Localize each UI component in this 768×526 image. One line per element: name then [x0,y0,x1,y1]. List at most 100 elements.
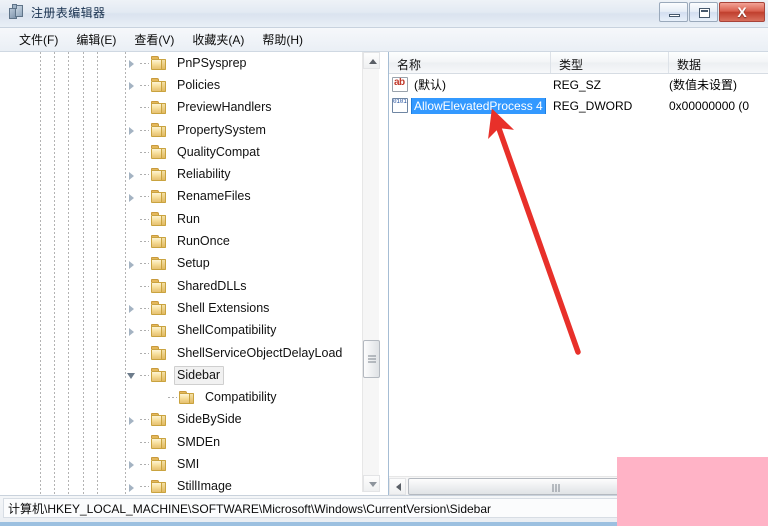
status-path-text: 计算机\HKEY_LOCAL_MACHINE\SOFTWARE\Microsof… [8,501,492,516]
folder-icon [151,346,168,360]
folder-icon [151,78,168,92]
minimize-button[interactable] [659,2,688,22]
tree-node-label: Setup [177,256,210,271]
tree-node[interactable]: SideBySide [0,409,362,431]
dword-value-icon [392,98,408,113]
status-path-container: 计算机\HKEY_LOCAL_MACHINE\SOFTWARE\Microsof… [3,498,693,518]
status-bar: 计算机\HKEY_LOCAL_MACHINE\SOFTWARE\Microsof… [0,495,768,526]
folder-icon [151,145,168,159]
folder-icon [151,123,168,137]
tree-node[interactable]: PreviewHandlers [0,97,362,119]
tree-expand-icon[interactable] [125,457,139,471]
value-row[interactable]: (默认) REG_SZ (数值未设置) [389,74,768,95]
tree-node[interactable]: QualityCompat [0,141,362,163]
tree-node[interactable]: Policies [0,74,362,96]
column-header-data[interactable]: 数据 [669,52,768,73]
tree-node[interactable]: SMDEn [0,431,362,453]
values-scroll-left-button[interactable] [389,477,406,495]
tree-connector-line [140,486,149,488]
tree-expand-icon[interactable] [125,168,139,182]
tree-connector-line [140,151,149,153]
tree-connector-line [140,174,149,176]
tree-connector-line [140,218,149,220]
maximize-button[interactable] [689,2,718,22]
column-header-name[interactable]: 名称 [389,52,551,73]
close-button[interactable]: X [719,2,765,22]
tree-vertical-scrollbar[interactable] [362,52,380,492]
tree-node[interactable]: RunOnce [0,230,362,252]
registry-tree[interactable]: PnPSysprep Policies PreviewHandlers Propert… [0,52,362,495]
tree-connector-line [140,241,149,243]
menu-view[interactable]: 查看(V) [125,29,183,50]
tree-expand-icon[interactable] [125,257,139,271]
tree-node-label: Sidebar [174,365,225,385]
tree-node[interactable]: Sidebar [0,364,362,386]
tree-expand-icon[interactable] [125,480,139,494]
tree-node-label: PnPSysprep [177,55,247,70]
menu-help[interactable]: 帮助(H) [253,29,312,50]
tree-node[interactable]: Shell Extensions [0,297,362,319]
tree-node-label: SharedDLLs [177,278,247,293]
tree-node[interactable]: Compatibility [0,386,362,408]
folder-icon [151,212,168,226]
tree-scroll-thumb[interactable] [363,340,380,378]
tree-expand-icon[interactable] [125,56,139,70]
tree-expand-icon[interactable] [125,123,139,137]
tree-expand-icon[interactable] [125,413,139,427]
tree-node[interactable]: ShellCompatibility [0,320,362,342]
folder-icon [151,234,168,249]
status-accent-line [0,522,768,526]
tree-node-label: Reliability [177,167,231,182]
values-list[interactable]: (默认) REG_SZ (数值未设置) AllowElevatedProcess 4 R… [389,74,768,474]
folder-icon [151,100,168,115]
menu-favorites[interactable]: 收藏夹(A) [183,29,253,50]
column-header-type[interactable]: 类型 [551,52,669,73]
tree-connector-line [140,463,149,465]
tree-collapse-icon[interactable] [125,368,139,382]
tree-node[interactable]: Reliability [0,163,362,185]
tree-node[interactable]: StillImage [0,476,362,495]
registry-tree-pane: PnPSysprep Policies PreviewHandlers Propert… [0,52,382,495]
tree-expand-icon[interactable] [125,78,139,92]
tree-connector-line [140,62,149,64]
tree-node-label: RunOnce [177,234,230,249]
tree-expand-icon[interactable] [125,190,139,204]
tree-node[interactable]: PnPSysprep [0,52,362,74]
values-horizontal-scrollbar[interactable] [389,476,768,495]
tree-connector-line [140,374,149,376]
value-data-cell: (数值未设置) [669,78,737,92]
values-scroll-thumb[interactable] [408,477,704,495]
tree-scroll-down-button[interactable] [363,475,380,492]
tree-scroll-up-button[interactable] [363,52,380,69]
tree-node[interactable]: SharedDLLs [0,275,362,297]
tree-connector-line [140,129,149,131]
value-row[interactable]: AllowElevatedProcess 4 REG_DWORD 0x0000000… [389,95,768,116]
tree-node[interactable]: Setup [0,253,362,275]
tree-connector-line [140,419,149,421]
window-title: 注册表编辑器 [31,6,106,20]
tree-node-label: RenameFiles [177,189,251,204]
value-name-text: (默认) [414,78,446,92]
tree-node[interactable]: RenameFiles [0,186,362,208]
folder-icon [151,457,168,471]
tree-node-label: SMI [177,456,200,471]
tree-expand-icon[interactable] [125,324,139,338]
tree-node[interactable]: ShellServiceObjectDelayLoad [0,342,362,364]
tree-expand-icon[interactable] [125,301,139,315]
tree-node-label: SideBySide [177,412,242,427]
tree-node[interactable]: Run [0,208,362,230]
tree-node[interactable]: PropertySystem [0,119,362,141]
tree-node-label: Policies [177,77,221,92]
title-bar: 注册表编辑器 X [0,0,768,28]
tree-node-label: SMDEn [177,434,221,449]
value-type-cell: REG_SZ [553,77,602,92]
menu-edit[interactable]: 编辑(E) [67,29,125,50]
menu-file[interactable]: 文件(F) [10,29,67,50]
tree-node[interactable]: SMI [0,453,362,475]
registry-editor-window: 注册表编辑器 X 文件(F) 编辑(E) 查看(V) 收藏夹(A) 帮助(H) [0,0,768,526]
tree-node-label: Shell Extensions [177,300,270,315]
